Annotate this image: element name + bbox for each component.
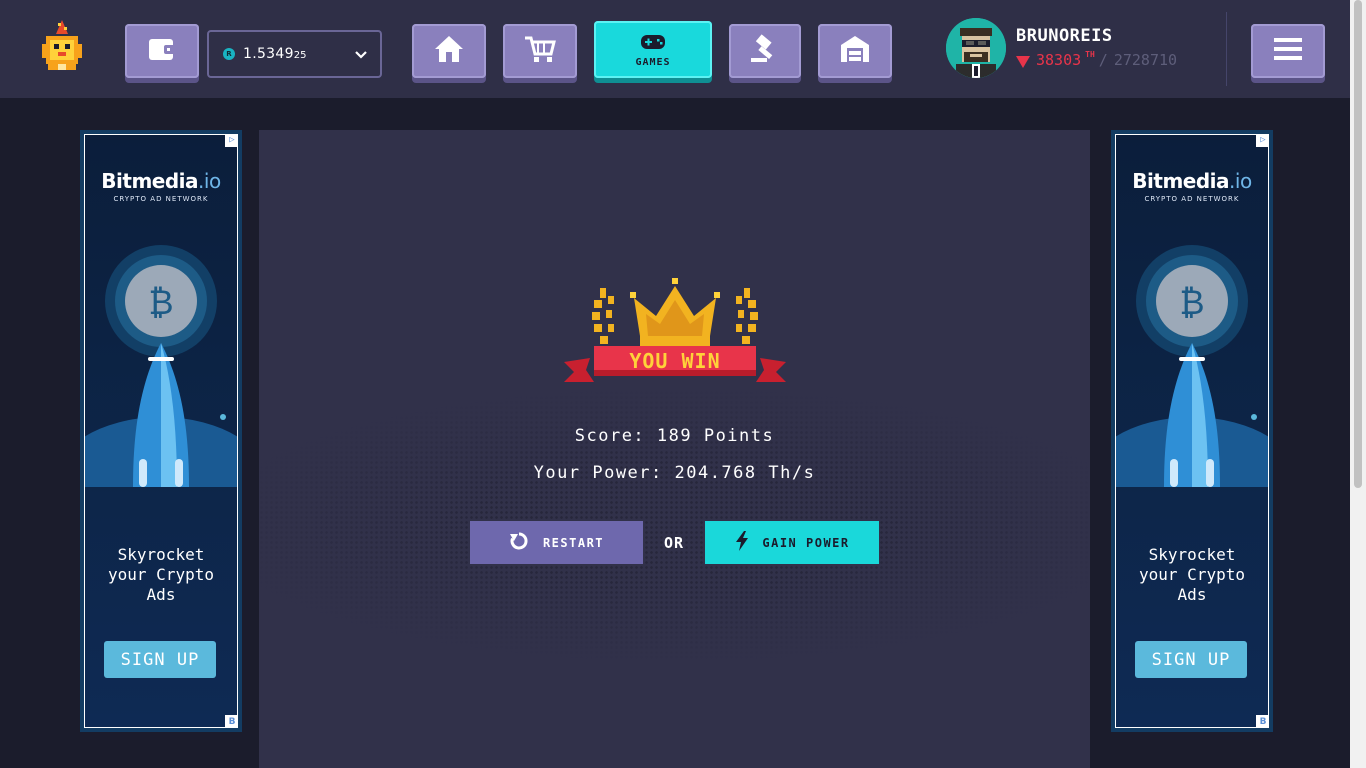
svg-text:₿: ₿ [1179, 283, 1204, 323]
gain-power-button[interactable]: GAIN POWER [705, 521, 879, 564]
balance-small-digits: 25 [293, 50, 307, 61]
restart-label: RESTART [542, 535, 605, 550]
left-ad-banner[interactable]: Bitmedia.io CRYPTO AD NETWORK ₿ Skyrocke… [80, 130, 242, 732]
right-ad-banner[interactable]: Bitmedia.io CRYPTO AD NETWORK ₿ Skyrocke… [1111, 130, 1273, 732]
svg-text:₿: ₿ [148, 283, 173, 323]
home-nav-button[interactable] [412, 24, 486, 78]
games-nav-label: GAMES [635, 56, 671, 68]
rlt-coin-icon: R [223, 48, 235, 60]
cart-icon [523, 34, 557, 68]
rank-suffix: TH [1085, 50, 1095, 59]
rank-separator: / [1098, 51, 1108, 69]
ad-tagline: Skyrocket your Crypto Ads [1139, 545, 1245, 604]
ad-badge[interactable]: B [1256, 715, 1268, 727]
marketplace-nav-button[interactable] [503, 24, 577, 78]
warehouse-icon [839, 34, 871, 68]
restart-icon [509, 531, 529, 554]
result-actions: RESTART OR GAIN POWER [470, 521, 879, 564]
balance-selector[interactable]: R 1.5349 25 [207, 30, 382, 78]
ad-brand: Bitmedia.io [101, 169, 221, 193]
hamburger-menu-icon [1272, 35, 1304, 67]
chevron-down-icon [354, 45, 368, 64]
wallet-button[interactable] [125, 24, 199, 78]
avatar[interactable] [946, 18, 1006, 78]
auction-nav-button[interactable] [729, 24, 801, 78]
ad-choices-icon[interactable]: ▷ [225, 135, 237, 147]
total-players: 2728710 [1113, 51, 1178, 69]
you-win-banner: YOU WIN [629, 349, 720, 373]
header-divider [1226, 12, 1227, 86]
menu-button[interactable] [1251, 24, 1325, 78]
ad-signup-button[interactable]: SIGN UP [104, 641, 216, 678]
or-separator: OR [663, 533, 685, 552]
scrollbar-thumb[interactable] [1354, 0, 1362, 488]
gavel-icon [749, 34, 781, 68]
gain-power-label: GAIN POWER [762, 535, 850, 550]
ad-tagline: Skyrocket your Crypto Ads [108, 545, 214, 604]
user-rank: 38303 [1036, 51, 1082, 69]
top-nav-bar: R 1.5349 25 GAMES BRUNOREIS 38303 TH / 2… [0, 0, 1350, 98]
username[interactable]: BRUNOREIS [1016, 26, 1113, 46]
ad-network-label: CRYPTO AD NETWORK [113, 195, 209, 203]
mascot-logo-icon[interactable] [36, 18, 88, 78]
lightning-icon [734, 531, 750, 554]
power-rank-stats: 38303 TH / 2728710 [1016, 50, 1178, 72]
storage-nav-button[interactable] [818, 24, 892, 78]
games-nav-button[interactable]: GAMES [594, 21, 712, 78]
trophy-crown-icon: YOU WIN [564, 278, 786, 382]
power-text: Your Power: 204.768 Th/s [533, 463, 816, 483]
game-result-panel: YOU WIN Score: 189 Points Your Power: 20… [259, 130, 1090, 768]
score-text: Score: 189 Points [574, 426, 775, 446]
ad-choices-icon[interactable]: ▷ [1256, 135, 1268, 147]
rank-down-icon [1016, 51, 1030, 72]
ad-badge[interactable]: B [225, 715, 237, 727]
ad-signup-button[interactable]: SIGN UP [1135, 641, 1247, 678]
page-scrollbar[interactable] [1350, 0, 1366, 768]
balance-main-value: 1.5349 [243, 46, 294, 62]
gamepad-icon [638, 32, 668, 56]
ad-brand: Bitmedia.io [1132, 169, 1252, 193]
home-icon [433, 34, 465, 68]
rocket-illustration: ₿ [85, 245, 237, 487]
rocket-illustration: ₿ [1116, 245, 1268, 487]
ad-network-label: CRYPTO AD NETWORK [1144, 195, 1240, 203]
wallet-icon [147, 35, 177, 67]
restart-button[interactable]: RESTART [470, 521, 643, 564]
